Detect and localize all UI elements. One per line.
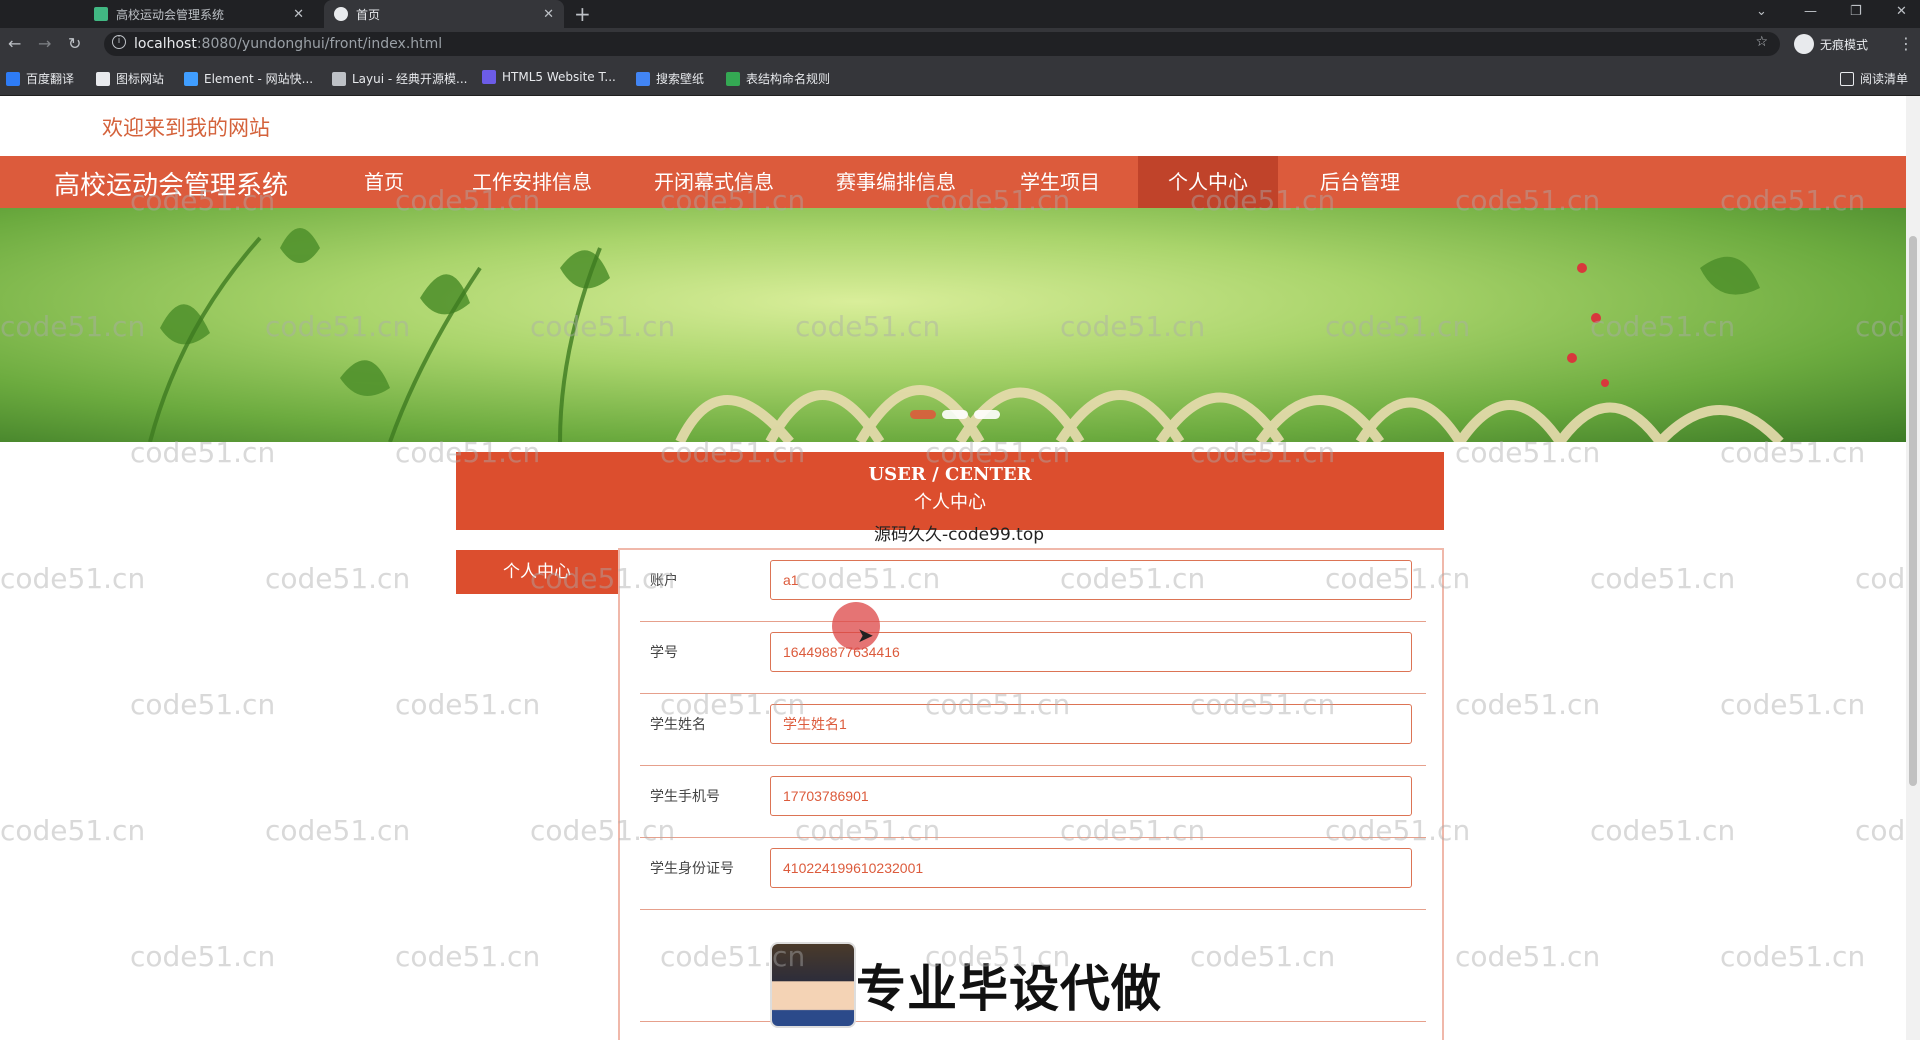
watermark-text: code51.cn: [1720, 940, 1866, 973]
carousel-dot[interactable]: [910, 410, 936, 419]
watermark-text: code51.cn: [265, 814, 411, 847]
watermark-text: code51.cn: [1590, 814, 1736, 847]
form-row-account: 账户 a1: [640, 550, 1426, 622]
site-info-icon[interactable]: i: [112, 35, 126, 49]
site-brand[interactable]: 高校运动会管理系统: [54, 165, 288, 202]
cartoon-avatar: [770, 942, 856, 1028]
profile-label: 无痕模式: [1820, 37, 1869, 52]
bookmark-item[interactable]: 百度翻译: [6, 70, 74, 87]
bookmark-item[interactable]: Element - 网站快...: [184, 70, 313, 87]
browser-menu-icon[interactable]: ⋮: [1898, 34, 1914, 53]
page-scrollbar[interactable]: [1906, 96, 1920, 1040]
watermark-text: code51.cn: [1855, 562, 1906, 595]
reload-icon[interactable]: ↻: [68, 34, 81, 53]
tab-home[interactable]: 首页 ✕: [324, 0, 564, 28]
carousel-dot[interactable]: [942, 410, 968, 419]
form-row-student-name: 学生姓名 学生姓名1: [640, 694, 1426, 766]
close-tab-icon[interactable]: ✕: [543, 7, 554, 22]
watermark-text: code51.cn: [1455, 940, 1601, 973]
url-path: :8080/yundonghui/front/index.html: [196, 36, 443, 52]
url-field[interactable]: i localhost:8080/yundonghui/front/index.…: [104, 32, 1780, 56]
watermark-text: code51.cn: [395, 688, 541, 721]
id-card-input[interactable]: 410224199610232001: [770, 848, 1412, 888]
carousel-indicators: [910, 410, 1000, 419]
carousel-dot[interactable]: [974, 410, 1000, 419]
globe-icon: [334, 7, 348, 21]
forward-icon[interactable]: →: [38, 34, 51, 53]
banner-carousel[interactable]: [0, 208, 1906, 442]
bookmark-star-icon[interactable]: ☆: [1755, 34, 1768, 50]
reading-list-icon: [1840, 71, 1854, 86]
minimize-icon[interactable]: —: [1804, 4, 1817, 19]
section-title-en: USER / CENTER: [868, 464, 1032, 485]
student-name-label: 学生姓名: [650, 717, 706, 733]
tab-search-icon[interactable]: ⌄: [1756, 4, 1767, 19]
watermark-text: code51.cn: [1455, 688, 1601, 721]
nav-work-schedule[interactable]: 工作安排信息: [456, 156, 608, 208]
address-bar: ← → ↻ i localhost:8080/yundonghui/front/…: [0, 28, 1920, 60]
form-row-student-id: 学号 164498877634416: [640, 622, 1426, 694]
student-name-input[interactable]: 学生姓名1: [770, 704, 1412, 744]
banner-image: [148, 228, 1784, 442]
id-card-label: 学生身份证号: [650, 861, 734, 877]
new-tab-button[interactable]: +: [574, 2, 591, 26]
mouse-cursor-icon: ➤: [857, 623, 874, 647]
tab-admin[interactable]: 高校运动会管理系统 ✕: [84, 0, 314, 28]
bookmark-item[interactable]: 搜索壁纸: [636, 70, 704, 87]
watermark-text: code51.cn: [1855, 814, 1906, 847]
bookmark-item[interactable]: Layui - 经典开源模...: [332, 70, 467, 87]
bookmark-item[interactable]: HTML5 Website T...: [482, 70, 616, 84]
close-tab-icon[interactable]: ✕: [293, 7, 304, 22]
bookmarks-bar: 百度翻译 图标网站 Element - 网站快... Layui - 经典开源模…: [0, 60, 1920, 96]
nav-admin[interactable]: 后台管理: [1304, 156, 1416, 208]
chrome-menu-icon[interactable]: [6, 0, 34, 28]
profile-button[interactable]: 无痕模式: [1794, 32, 1868, 56]
watermark-text: code51.cn: [395, 940, 541, 973]
watermark-text: code51.cn: [1590, 562, 1736, 595]
watermark-text: code51.cn: [0, 562, 146, 595]
student-id-label: 学号: [650, 645, 678, 661]
source-overlay-text: 源码久久-code99.top: [874, 525, 1045, 545]
bookmark-item[interactable]: 表结构命名规则: [726, 70, 830, 87]
advert-text: 专业毕设代做: [856, 960, 1162, 1018]
nav-home[interactable]: 首页: [348, 156, 420, 208]
scrollbar-thumb[interactable]: [1909, 236, 1917, 786]
nav-ceremony[interactable]: 开闭幕式信息: [638, 156, 790, 208]
url-host: localhost: [134, 36, 197, 52]
restore-icon[interactable]: ❐: [1850, 4, 1862, 19]
nav-student-projects[interactable]: 学生项目: [1004, 156, 1116, 208]
web-page: 欢迎来到我的网站 高校运动会管理系统 首页 工作安排信息 开闭幕式信息 赛事编排…: [0, 96, 1906, 1040]
watermark-text: code51.cn: [130, 688, 276, 721]
back-icon[interactable]: ←: [8, 34, 21, 53]
close-window-icon[interactable]: ✕: [1896, 4, 1907, 19]
incognito-icon: [1794, 34, 1814, 54]
vue-icon: [94, 7, 108, 21]
user-center-header: USER / CENTER 个人中心: [456, 452, 1444, 530]
reading-list-button[interactable]: 阅读清单: [1840, 70, 1908, 87]
phone-label: 学生手机号: [650, 789, 720, 805]
welcome-text: 欢迎来到我的网站: [102, 116, 270, 140]
tab-title: 首页: [356, 7, 381, 22]
nav-user-center[interactable]: 个人中心: [1138, 156, 1278, 208]
watermark-text: code51.cn: [265, 562, 411, 595]
account-label: 账户: [650, 573, 678, 589]
form-row-id-card: 学生身份证号 410224199610232001: [640, 838, 1426, 910]
form-row-phone: 学生手机号 17703786901: [640, 766, 1426, 838]
section-title-zh: 个人中心: [914, 492, 986, 513]
tab-title: 高校运动会管理系统: [116, 7, 225, 22]
pinned-tab-icon[interactable]: [44, 0, 72, 28]
advert-banner: 专业毕设代做: [770, 942, 1162, 1028]
bookmark-item[interactable]: 图标网站: [96, 70, 164, 87]
watermark-text: code51.cn: [130, 940, 276, 973]
phone-input[interactable]: 17703786901: [770, 776, 1412, 816]
watermark-text: code51.cn: [1720, 688, 1866, 721]
account-input[interactable]: a1: [770, 560, 1412, 600]
watermark-text: code51.cn: [0, 814, 146, 847]
nav-event-schedule[interactable]: 赛事编排信息: [820, 156, 972, 208]
side-menu-user-center[interactable]: 个人中心: [456, 550, 618, 594]
browser-tab-bar: 高校运动会管理系统 ✕ 首页 ✕ + ⌄ — ❐ ✕: [0, 0, 1920, 28]
main-navbar: 高校运动会管理系统 首页 工作安排信息 开闭幕式信息 赛事编排信息 学生项目 个…: [0, 156, 1906, 208]
